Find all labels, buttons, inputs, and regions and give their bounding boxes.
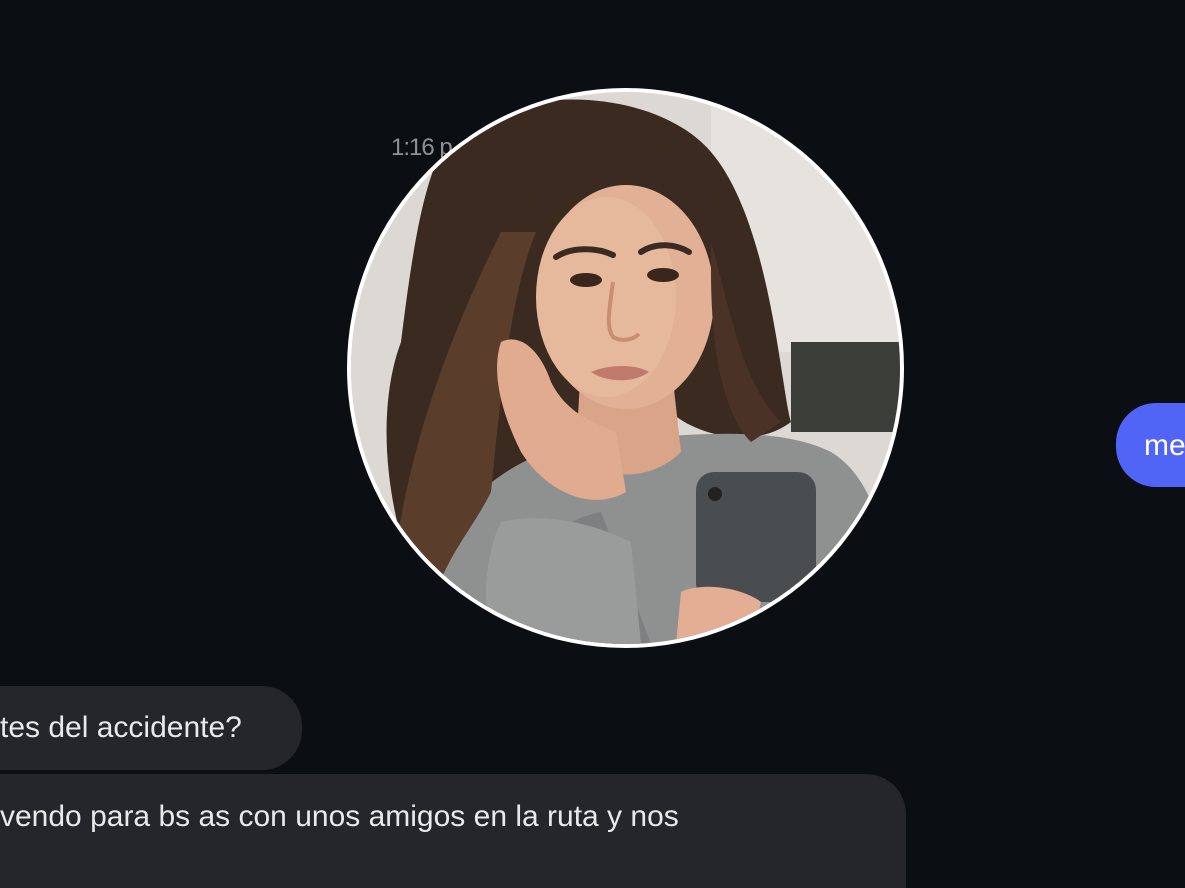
message-text: tes del accidente? bbox=[0, 711, 242, 744]
outgoing-message-bubble[interactable]: me bbox=[1116, 403, 1185, 487]
incoming-message-bubble[interactable]: tes del accidente? bbox=[0, 686, 302, 770]
profile-photo-avatar[interactable] bbox=[347, 88, 904, 648]
chat-area: 1:16 p me tes del accidente? vendo para … bbox=[0, 0, 1185, 888]
profile-photo-icon bbox=[351, 92, 900, 644]
incoming-message-bubble[interactable]: vendo para bs as con unos amigos en la r… bbox=[0, 774, 906, 888]
message-text: vendo para bs as con unos amigos en la r… bbox=[0, 800, 679, 833]
message-text: me bbox=[1144, 429, 1185, 462]
